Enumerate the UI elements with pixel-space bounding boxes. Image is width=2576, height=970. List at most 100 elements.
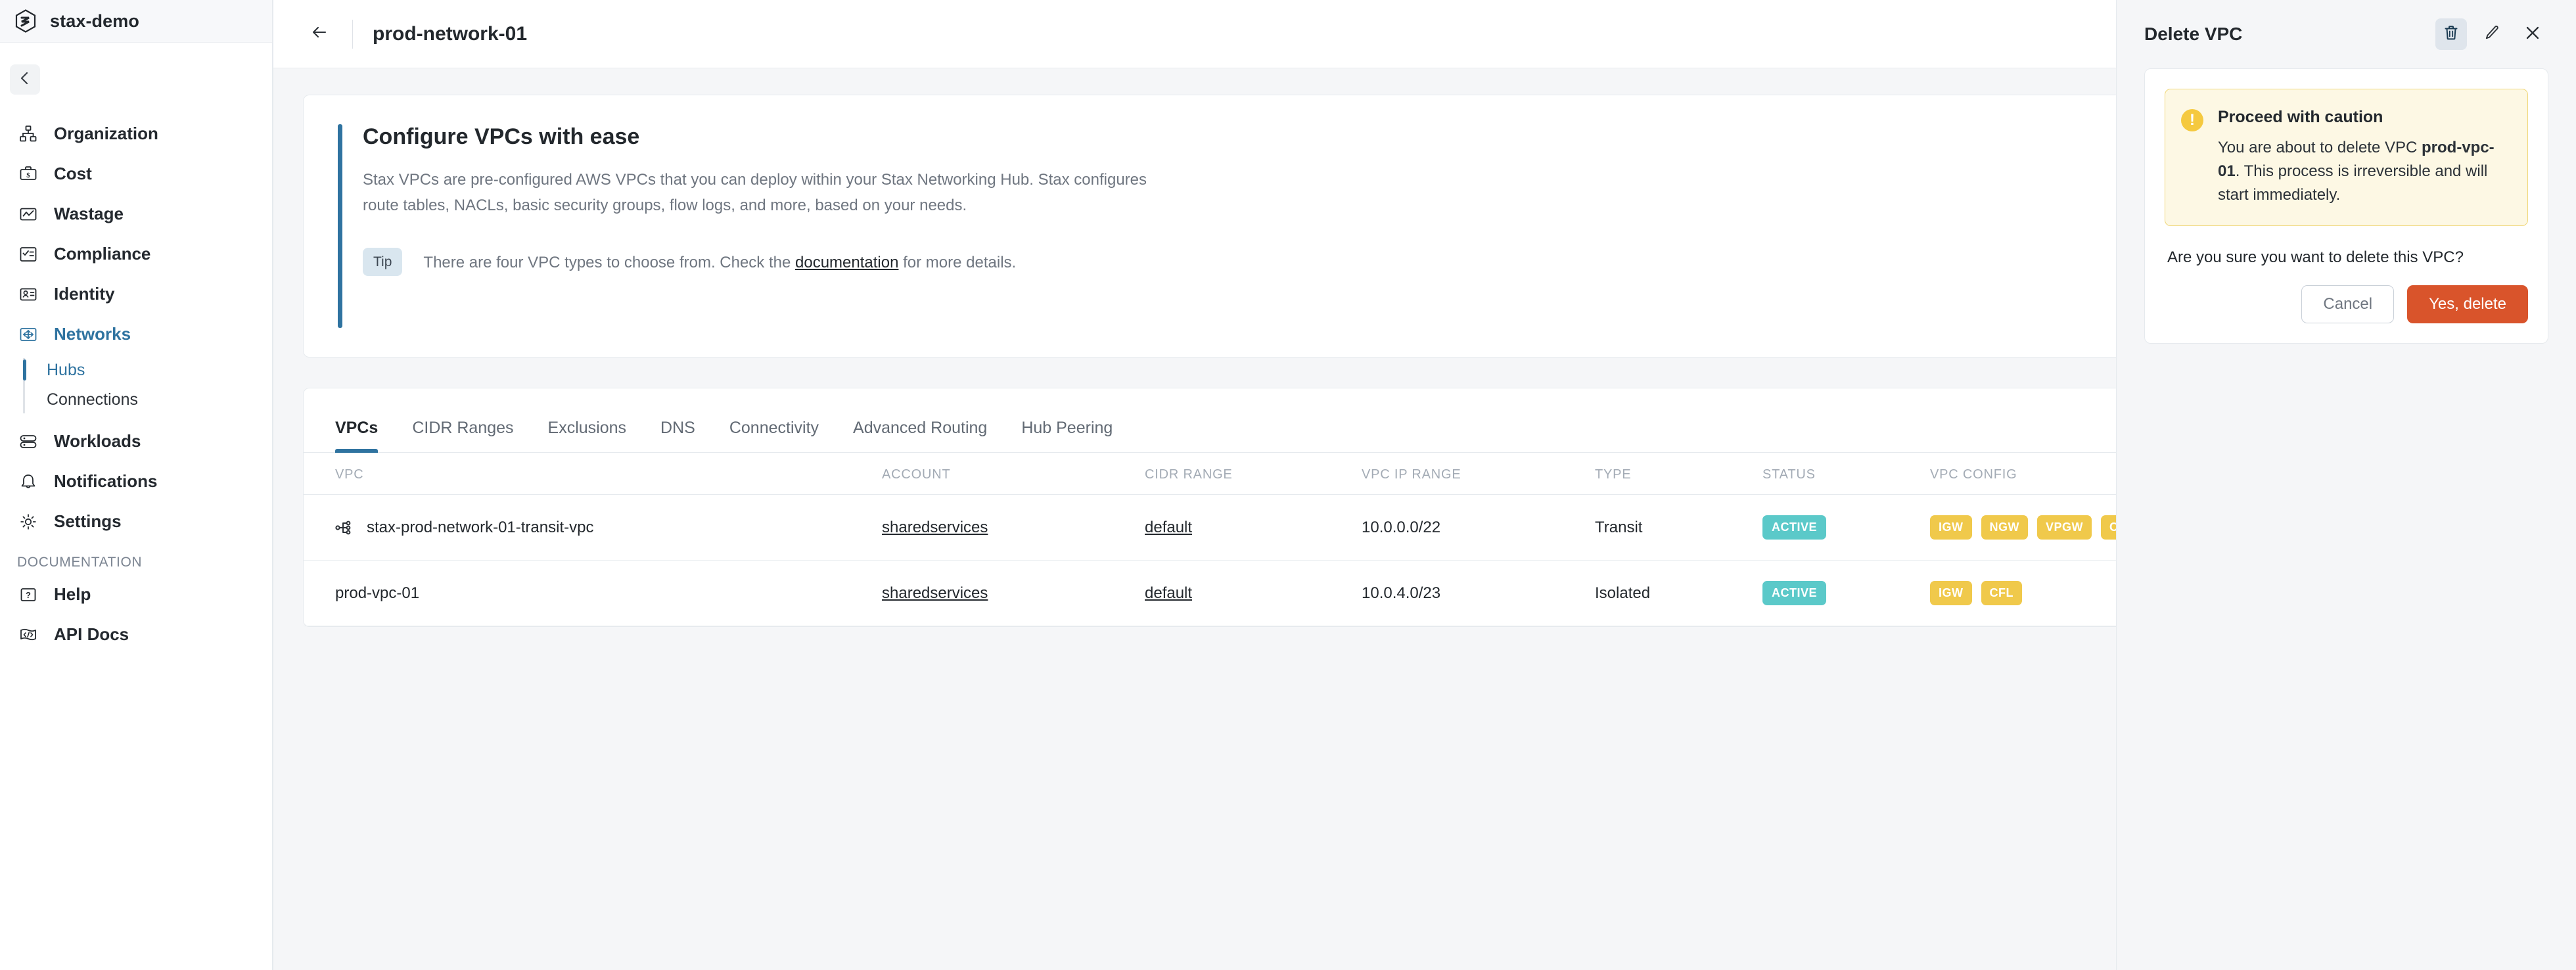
panel-actions: Cancel Yes, delete bbox=[2165, 285, 2528, 324]
page-title: prod-network-01 bbox=[373, 22, 528, 45]
sidebar-item-wastage[interactable]: Wastage bbox=[0, 194, 272, 234]
sidebar-item-label: Organization bbox=[54, 124, 158, 143]
arrow-left-icon bbox=[311, 24, 328, 44]
table-body: stax-prod-network-01-transit-vpc shareds… bbox=[304, 494, 2142, 626]
sidebar: stax-demo Organization $ Cost Wastage Co… bbox=[0, 0, 273, 970]
tab-exclusions[interactable]: Exclusions bbox=[548, 419, 627, 452]
cidr-range-link[interactable]: default bbox=[1145, 519, 1192, 536]
delete-vpc-button[interactable] bbox=[2435, 18, 2467, 50]
table-header-row: VPC ACCOUNT CIDR RANGE VPC IP RANGE TYPE… bbox=[304, 453, 2127, 495]
cell-vpc-name: prod-vpc-01 bbox=[304, 560, 882, 626]
code-tag-icon bbox=[17, 624, 39, 646]
gear-icon bbox=[17, 511, 39, 533]
question-box-icon: ? bbox=[17, 584, 39, 606]
tab-dns[interactable]: DNS bbox=[660, 419, 695, 452]
config-badge: NGW bbox=[1981, 515, 2028, 540]
sidebar-subitem-label: Hubs bbox=[47, 361, 85, 379]
sidebar-item-identity[interactable]: Identity bbox=[0, 274, 272, 314]
column-header-cidr-range: CIDR RANGE bbox=[1145, 453, 1362, 495]
column-header-vpc: VPC bbox=[304, 453, 882, 495]
panel-icon-group bbox=[2435, 18, 2548, 50]
brand-header: stax-demo bbox=[0, 0, 272, 43]
organization-icon bbox=[17, 123, 39, 145]
cell-cidr-range: default bbox=[1145, 560, 1362, 626]
exclamation-circle-icon: ! bbox=[2181, 109, 2203, 131]
config-badge: IGW bbox=[1930, 515, 1972, 540]
account-link[interactable]: sharedservices bbox=[882, 584, 988, 602]
stax-hexagon-logo-icon bbox=[14, 9, 37, 33]
vpcs-table-card: VPCs CIDR Ranges Exclusions DNS Connecti… bbox=[303, 388, 2142, 627]
cell-vpc-config: IGW CFL bbox=[1930, 560, 2127, 626]
sidebar-item-compliance[interactable]: Compliance bbox=[0, 234, 272, 274]
cell-vpc-config: IGW NGW VPGW CFL bbox=[1930, 494, 2142, 561]
sidebar-item-label: Compliance bbox=[54, 244, 151, 264]
chevron-left-icon bbox=[17, 70, 33, 89]
config-badge: IGW bbox=[1930, 581, 1972, 605]
table-row[interactable]: prod-vpc-01 sharedservices default 10.0.… bbox=[304, 560, 2127, 626]
warning-title: Proceed with caution bbox=[2218, 108, 2383, 126]
sidebar-item-label: Notifications bbox=[54, 471, 158, 491]
column-header-vpc-config: VPC CONFIG bbox=[1930, 453, 2127, 495]
tab-cidr-ranges[interactable]: CIDR Ranges bbox=[412, 419, 513, 452]
tip-suffix: for more details. bbox=[898, 253, 1017, 271]
sidebar-item-workloads[interactable]: Workloads bbox=[0, 421, 272, 461]
warning-text-before: You are about to delete VPC bbox=[2218, 139, 2422, 156]
tab-vpcs[interactable]: VPCs bbox=[335, 419, 379, 453]
close-panel-button[interactable] bbox=[2517, 18, 2548, 50]
sidebar-item-cost[interactable]: $ Cost bbox=[0, 154, 272, 194]
sidebar-item-hubs[interactable]: Hubs bbox=[23, 356, 272, 385]
sidebar-item-api-docs[interactable]: API Docs bbox=[0, 614, 272, 655]
sidebar-item-help[interactable]: ? Help bbox=[0, 574, 272, 614]
sidebar-item-organization[interactable]: Organization bbox=[0, 114, 272, 154]
tip-prefix: There are four VPC types to choose from.… bbox=[423, 253, 795, 271]
cidr-range-link[interactable]: default bbox=[1145, 584, 1192, 602]
cell-vpc-name: stax-prod-network-01-transit-vpc bbox=[304, 494, 882, 561]
column-header-ip-range: VPC IP RANGE bbox=[1362, 453, 1595, 495]
documentation-link[interactable]: documentation bbox=[795, 254, 898, 271]
tip-badge: Tip bbox=[363, 247, 403, 276]
cell-status: ACTIVE bbox=[1762, 494, 1930, 561]
warning-text: You are about to delete VPC prod-vpc-01.… bbox=[2218, 136, 2509, 207]
tab-connectivity[interactable]: Connectivity bbox=[729, 419, 819, 452]
svg-text:$: $ bbox=[26, 172, 30, 179]
cell-status: ACTIVE bbox=[1762, 560, 1930, 626]
account-link[interactable]: sharedservices bbox=[882, 519, 988, 536]
pencil-icon bbox=[2483, 24, 2500, 45]
delete-vpc-panel: Delete VPC ! Proceed with caution You ar… bbox=[2116, 0, 2576, 970]
sidebar-item-notifications[interactable]: Notifications bbox=[0, 461, 272, 501]
sidebar-item-label: Networks bbox=[54, 324, 131, 344]
network-arrows-icon bbox=[17, 323, 39, 346]
sidebar-item-label: API Docs bbox=[54, 624, 129, 644]
panel-header: Delete VPC bbox=[2117, 0, 2576, 68]
cell-cidr-range: default bbox=[1145, 494, 1362, 561]
edit-vpc-button[interactable] bbox=[2476, 18, 2508, 50]
back-button[interactable] bbox=[306, 21, 333, 47]
status-badge: ACTIVE bbox=[1762, 581, 1827, 605]
app-root: stax-demo Organization $ Cost Wastage Co… bbox=[0, 0, 2576, 970]
checklist-icon bbox=[17, 243, 39, 266]
sidebar-nav: Organization $ Cost Wastage Compliance I… bbox=[0, 114, 272, 655]
sidebar-collapse-button[interactable] bbox=[10, 64, 40, 95]
confirm-delete-button[interactable]: Yes, delete bbox=[2407, 285, 2528, 324]
sidebar-item-networks[interactable]: Networks bbox=[0, 314, 272, 354]
server-stack-icon bbox=[17, 430, 39, 453]
cell-type: Transit bbox=[1595, 494, 1762, 561]
cancel-button[interactable]: Cancel bbox=[2301, 285, 2395, 324]
sidebar-item-label: Help bbox=[54, 584, 91, 604]
sidebar-section-documentation: DOCUMENTATION bbox=[17, 555, 143, 570]
sidebar-subnav-networks: Hubs Connections bbox=[0, 356, 272, 415]
table-head: VPC ACCOUNT CIDR RANGE VPC IP RANGE TYPE… bbox=[304, 453, 2127, 495]
sidebar-item-settings[interactable]: Settings bbox=[0, 501, 272, 542]
sidebar-item-connections[interactable]: Connections bbox=[23, 385, 272, 415]
cell-account: sharedservices bbox=[882, 494, 1145, 561]
svg-text:?: ? bbox=[26, 590, 31, 600]
tab-hub-peering[interactable]: Hub Peering bbox=[1021, 419, 1113, 452]
table-row[interactable]: stax-prod-network-01-transit-vpc shareds… bbox=[304, 494, 2142, 561]
vpc-name-text: prod-vpc-01 bbox=[335, 584, 420, 602]
briefcase-dollar-icon: $ bbox=[17, 163, 39, 185]
sidebar-item-label: Settings bbox=[54, 511, 122, 531]
tip-row: Tip There are four VPC types to choose f… bbox=[363, 247, 2126, 276]
column-header-status: STATUS bbox=[1762, 453, 1930, 495]
panel-title: Delete VPC bbox=[2144, 24, 2243, 44]
tab-advanced-routing[interactable]: Advanced Routing bbox=[853, 419, 987, 452]
